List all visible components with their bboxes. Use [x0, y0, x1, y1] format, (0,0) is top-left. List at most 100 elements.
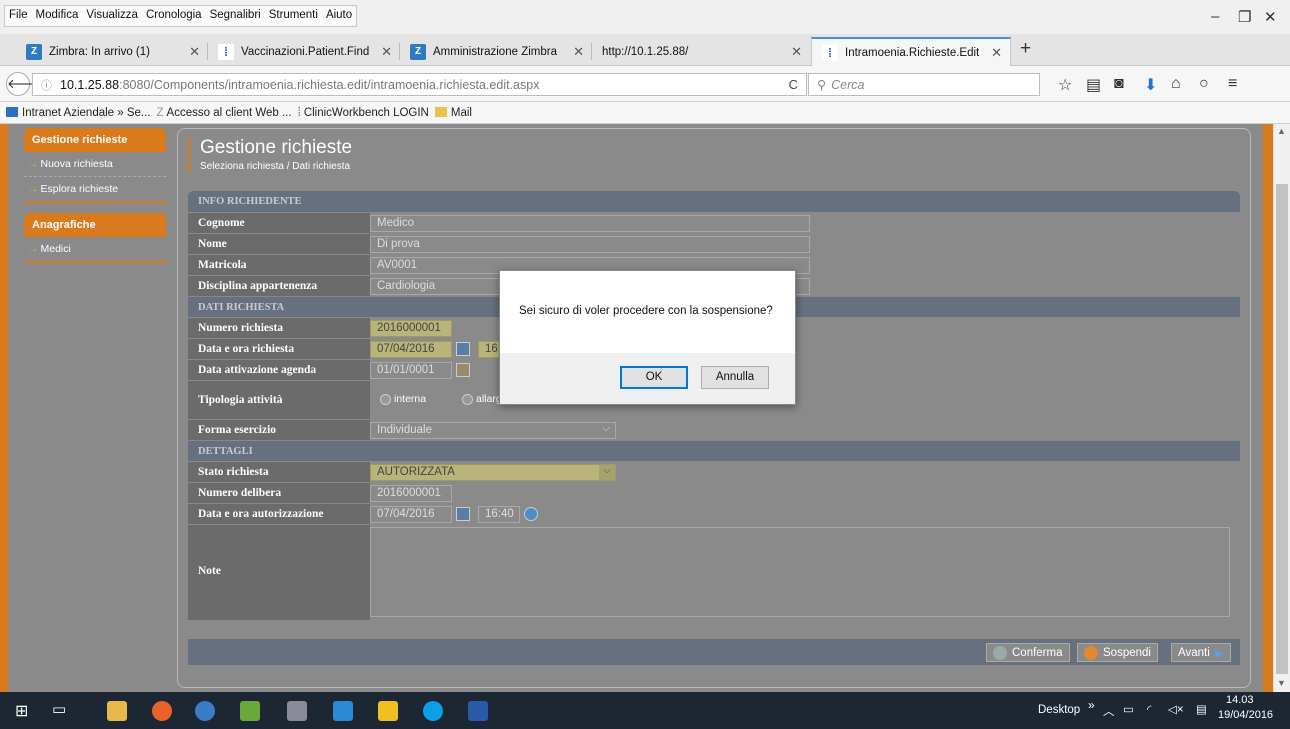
data-attivazione-label: Data attivazione agenda — [188, 360, 370, 380]
scroll-thumb[interactable] — [1276, 184, 1288, 674]
annulla-button[interactable]: Annulla — [701, 366, 769, 389]
note-textarea[interactable] — [370, 527, 1230, 617]
calendar-icon[interactable] — [456, 363, 470, 377]
sidebar-header: Anagrafiche — [24, 213, 166, 237]
data-attivazione-field[interactable]: 01/01/0001 — [370, 362, 452, 379]
search-input[interactable]: ⚲ Cerca — [808, 73, 1040, 96]
tab-label: Intramoenia.Richieste.Edit — [845, 46, 980, 59]
row-cognome: Cognome Medico — [188, 212, 1240, 233]
notification-icon[interactable]: ▤ — [1196, 702, 1207, 716]
task-view-icon[interactable]: ▭ — [52, 700, 66, 718]
tab-label: Vaccinazioni.Patient.Find — [241, 45, 370, 58]
tab-bar: Z Zimbra: In arrivo (1) ✕ ⁞ Vaccinazioni… — [0, 34, 1290, 66]
app-blue-icon[interactable] — [333, 701, 353, 721]
restore-button[interactable]: ❐ — [1238, 8, 1251, 26]
close-tab-icon[interactable]: ✕ — [573, 44, 584, 60]
sidebar-group-anagrafiche: Anagrafiche → Medici — [24, 213, 166, 263]
stato-richiesta-label: Stato richiesta — [188, 462, 370, 482]
menu-segnalibri[interactable]: Segnalibri — [206, 6, 265, 26]
sospendi-button[interactable]: Sospendi — [1077, 643, 1158, 662]
close-tab-icon[interactable]: ✕ — [991, 45, 1002, 61]
calendar-icon[interactable] — [456, 342, 470, 356]
close-window-button[interactable]: ✕ — [1264, 8, 1277, 26]
reload-icon[interactable]: C — [789, 77, 798, 92]
numero-delibera-field[interactable]: 2016000001 — [370, 485, 452, 502]
page-border-right — [1263, 124, 1273, 692]
scroll-down-icon[interactable]: ▼ — [1277, 678, 1286, 688]
menu-visualizza[interactable]: Visualizza — [82, 6, 142, 26]
radio-interna[interactable]: interna — [380, 393, 426, 405]
tab-intramoenia-edit[interactable]: ⁞ Intramoenia.Richieste.Edit ✕ — [811, 37, 1011, 66]
numero-richiesta-field[interactable]: 2016000001 — [370, 320, 452, 337]
zimbra-icon: Z — [410, 43, 426, 60]
ora-autorizzazione-field[interactable]: 16:40 — [478, 506, 520, 523]
clock-date[interactable]: 19/04/2016 — [1218, 709, 1273, 721]
nome-field[interactable]: Di prova — [370, 236, 810, 253]
scroll-up-icon[interactable]: ▲ — [1277, 126, 1286, 136]
note-label: Note — [188, 525, 370, 620]
close-tab-icon[interactable]: ✕ — [791, 44, 802, 60]
skype-icon[interactable] — [423, 701, 443, 721]
url-bar[interactable]: ⓘ 10.1.25.88:8080/Components/intramoenia… — [32, 73, 807, 96]
windows-start-icon[interactable]: ⊞ — [15, 701, 28, 721]
avanti-button[interactable]: Avanti ▶ — [1171, 643, 1231, 662]
conferma-button[interactable]: Conferma — [986, 643, 1070, 662]
reading-list-icon[interactable]: ▤ — [1086, 75, 1101, 95]
tray-up-icon[interactable]: ︿ — [1103, 703, 1115, 719]
file-explorer-icon[interactable] — [107, 701, 127, 721]
data-autorizzazione-field[interactable]: 07/04/2016 — [370, 506, 452, 523]
play-arrow-icon: ▶ — [1214, 647, 1224, 660]
sidebar-item-esplora-richieste[interactable]: → Esplora richieste — [24, 177, 166, 201]
folder-app-icon[interactable] — [378, 701, 398, 721]
menu-strumenti[interactable]: Strumenti — [265, 6, 322, 26]
firefox-icon[interactable] — [152, 701, 172, 721]
vertical-scrollbar[interactable]: ▲ ▼ — [1273, 124, 1290, 692]
download-icon[interactable]: ⬇ — [1144, 75, 1157, 95]
data-richiesta-field[interactable]: 07/04/2016 — [370, 341, 452, 358]
menu-modifica[interactable]: Modifica — [32, 6, 83, 26]
menu-file[interactable]: File — [5, 6, 32, 26]
radio-icon — [462, 393, 473, 405]
bookmark-star-icon[interactable]: ☆ — [1058, 75, 1072, 95]
bookmark-zimbra-client[interactable]: Z Accesso al client Web ... — [157, 107, 292, 119]
chat-icon[interactable]: ○ — [1199, 75, 1209, 93]
numero-delibera-label: Numero delibera — [188, 483, 370, 503]
bookmark-clinicworkbench[interactable]: ⁞ ClinicWorkbench LOGIN — [298, 107, 429, 119]
word-icon[interactable] — [468, 701, 488, 721]
sidebar-item-nuova-richiesta[interactable]: → Nuova richiesta — [24, 152, 166, 177]
tool-icon[interactable] — [287, 701, 307, 721]
row-stato-richiesta: Stato richiesta AUTORIZZATA ⌵ — [188, 461, 1240, 482]
ok-button[interactable]: OK — [620, 366, 688, 389]
chevron-right-icon[interactable]: » — [1088, 698, 1095, 712]
minimize-button[interactable]: – — [1211, 8, 1219, 25]
tab-zimbra-inbox[interactable]: Z Zimbra: In arrivo (1) ✕ — [16, 37, 208, 66]
desktop-toolbar[interactable]: Desktop — [1038, 704, 1080, 716]
bookmark-mail[interactable]: Mail — [434, 107, 472, 119]
cognome-field[interactable]: Medico — [370, 215, 810, 232]
menu-aiuto[interactable]: Aiuto — [322, 6, 356, 26]
clock-icon[interactable] — [524, 507, 538, 521]
pocket-icon[interactable]: ◙ — [1114, 75, 1124, 93]
app-icon[interactable] — [240, 701, 260, 721]
hamburger-menu-icon[interactable]: ≡ — [1228, 75, 1237, 93]
page-border-left — [0, 124, 8, 692]
tab-amministrazione-zimbra[interactable]: Z Amministrazione Zimbra ✕ — [400, 37, 592, 66]
volume-icon[interactable]: ◁× — [1168, 702, 1184, 716]
calendar-icon[interactable] — [456, 507, 470, 521]
stato-richiesta-select[interactable]: AUTORIZZATA ⌵ — [370, 464, 616, 481]
back-button[interactable]: 🡐 — [6, 72, 42, 96]
battery-icon[interactable]: ▭ — [1123, 702, 1134, 716]
wifi-icon[interactable]: ◜ — [1147, 702, 1151, 716]
tab-vaccinazioni[interactable]: ⁞ Vaccinazioni.Patient.Find ✕ — [208, 37, 400, 66]
network-icon[interactable] — [195, 701, 215, 721]
close-tab-icon[interactable]: ✕ — [189, 44, 200, 60]
bookmark-intranet[interactable]: Intranet Aziendale » Se... — [6, 107, 151, 119]
home-icon[interactable]: ⌂ — [1171, 75, 1181, 93]
new-tab-button[interactable]: + — [1020, 38, 1031, 60]
close-tab-icon[interactable]: ✕ — [381, 44, 392, 60]
forma-esercizio-select[interactable]: Individuale ⌵ — [370, 422, 616, 439]
clock-time[interactable]: 14.03 — [1226, 694, 1254, 706]
menu-cronologia[interactable]: Cronologia — [142, 6, 206, 26]
sidebar-item-medici[interactable]: → Medici — [24, 237, 166, 261]
tab-http-host[interactable]: http://10.1.25.88/ ✕ — [592, 37, 810, 66]
